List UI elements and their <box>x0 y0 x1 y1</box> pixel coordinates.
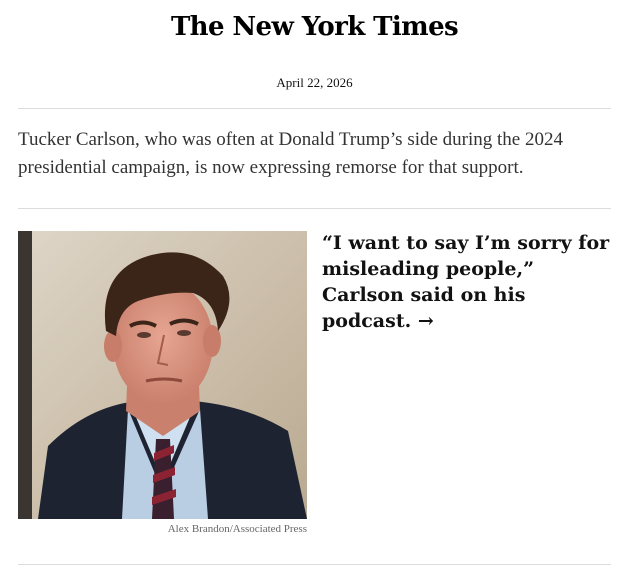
story-photo[interactable] <box>18 231 307 519</box>
story-headline-link[interactable]: “I want to say I’m sorry for misleading … <box>322 230 612 334</box>
divider <box>18 208 611 209</box>
photo-credit: Alex Brandon/Associated Press <box>167 523 307 535</box>
newsletter-date: April 22, 2026 <box>276 75 353 90</box>
divider <box>18 108 611 109</box>
nyt-logo[interactable]: The New York Times <box>0 12 629 42</box>
intro-paragraph: Tucker Carlson, who was often at Donald … <box>18 129 563 178</box>
divider <box>18 564 611 565</box>
